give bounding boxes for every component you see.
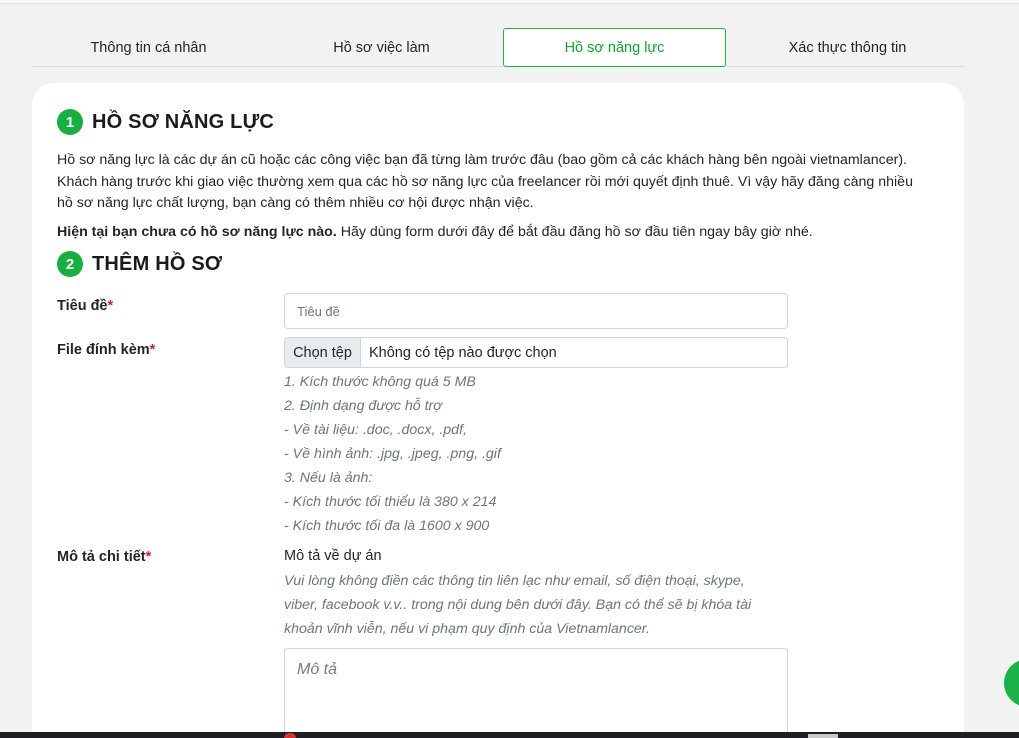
file-requirements-list: 1. Kích thước không quá 5 MB 2. Định dạn… — [284, 370, 501, 538]
list-item: - Kích thước tối đa là 1600 x 900 — [284, 518, 490, 534]
warning-line: Vui lòng không điền các thông tin liên l… — [284, 573, 745, 589]
list-item: 2. Định dạng được hỗ trợ — [284, 398, 442, 414]
title-label: Tiêu đề* — [57, 298, 113, 314]
description-line: hồ sơ năng lực chất lượng, bạn càng có t… — [57, 195, 534, 211]
tab-job-profile[interactable]: Hồ sơ việc làm — [265, 28, 498, 67]
description-label-text: Mô tả chi tiết — [57, 549, 146, 565]
portfolio-card: 1 HỒ SƠ NĂNG LỰC Hồ sơ năng lực là các d… — [32, 83, 964, 738]
description-line: Hồ sơ năng lực là các dự án cũ hoặc các … — [57, 152, 907, 168]
warning-line: khoản vĩnh viễn, nếu vi phạm quy định củ… — [284, 621, 650, 637]
description-textarea[interactable] — [284, 648, 788, 738]
file-input[interactable]: Chọn tệp Không có tệp nào được chọn — [284, 337, 788, 368]
status-text: Hãy dùng form dưới đây để bắt đầu đăng h… — [336, 224, 813, 240]
taskbar — [0, 732, 1019, 738]
list-item: - Kích thước tối thiểu là 380 x 214 — [284, 494, 497, 510]
file-status-text: Không có tệp nào được chọn — [369, 344, 557, 361]
description-subtitle: Mô tả về dự án — [284, 548, 382, 564]
required-mark: * — [149, 342, 156, 358]
page: Thông tin cá nhân Hồ sơ việc làm Hồ sơ n… — [0, 0, 1019, 738]
description-line: Khách hàng trước khi giao việc thường xe… — [57, 173, 913, 190]
required-mark: * — [145, 549, 152, 565]
top-edge — [0, 0, 1019, 4]
tab-portfolio[interactable]: Hồ sơ năng lực — [503, 28, 726, 67]
list-item: 3. Nếu là ảnh: — [284, 470, 373, 486]
file-label: File đính kèm* — [57, 342, 155, 358]
description-warning: Vui lòng không điền các thông tin liên l… — [284, 569, 774, 641]
section-heading-add: 2 THÊM HỒ SƠ — [57, 251, 222, 277]
step-number-badge: 1 — [57, 109, 83, 135]
status-bold-text: Hiện tại bạn chưa có hồ sơ năng lực nào. — [57, 224, 337, 240]
profile-tabs: Thông tin cá nhân Hồ sơ việc làm Hồ sơ n… — [32, 28, 964, 67]
description-label: Mô tả chi tiết* — [57, 549, 151, 565]
list-item: - Về tài liệu: .doc, .docx, .pdf, — [284, 422, 467, 438]
portfolio-description: Hồ sơ năng lực là các dự án cũ hoặc các … — [57, 150, 937, 215]
choose-file-button[interactable]: Chọn tệp — [285, 338, 361, 367]
app-icon[interactable] — [808, 734, 838, 738]
list-item: 1. Kích thước không quá 5 MB — [284, 374, 476, 390]
title-label-text: Tiêu đề — [57, 298, 108, 314]
step-number-badge: 2 — [57, 251, 83, 277]
app-icon[interactable] — [284, 733, 296, 738]
tab-verification[interactable]: Xác thực thông tin — [731, 28, 964, 67]
file-label-text: File đính kèm — [57, 342, 150, 358]
tab-personal-info[interactable]: Thông tin cá nhân — [32, 28, 265, 67]
warning-line: viber, facebook v.v.. trong nội dung bên… — [284, 597, 752, 613]
section-title: HỒ SƠ NĂNG LỰC — [92, 110, 275, 133]
required-mark: * — [107, 298, 114, 314]
portfolio-status: Hiện tại bạn chưa có hồ sơ năng lực nào.… — [57, 224, 937, 240]
section-title: THÊM HỒ SƠ — [92, 252, 223, 275]
title-input[interactable] — [284, 293, 788, 329]
chat-bubble-icon[interactable] — [1004, 659, 1019, 707]
list-item: - Về hình ảnh: .jpg, .jpeg, .png, .gif — [284, 446, 501, 462]
section-heading-portfolio: 1 HỒ SƠ NĂNG LỰC — [57, 109, 274, 135]
